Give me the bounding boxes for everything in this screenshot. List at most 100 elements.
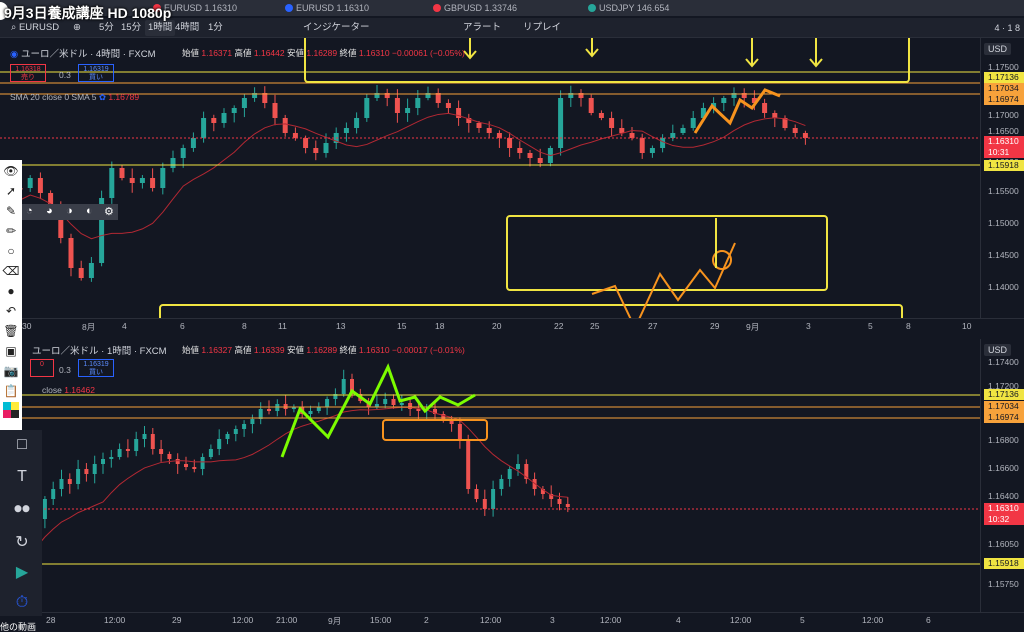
- time-tick: 5: [868, 321, 873, 331]
- rectangle-icon[interactable]: □: [10, 434, 34, 456]
- candle-1h: [51, 489, 56, 499]
- price-tick: 1.15000: [988, 218, 1019, 228]
- time-tick: 12:00: [480, 615, 502, 625]
- play-icon[interactable]: ▶: [10, 562, 34, 584]
- alert-button[interactable]: アラート: [460, 20, 504, 36]
- price-label: 1.15918: [984, 160, 1024, 171]
- ohlc-readout: 始値 1.16371 高値 1.16442 安値 1.16289 終値 1.16…: [182, 48, 465, 58]
- candle-4h: [772, 113, 778, 118]
- time-tick: 5: [800, 615, 805, 625]
- text-icon[interactable]: T: [10, 466, 34, 488]
- candle-4h: [609, 118, 615, 128]
- buy-button[interactable]: 1.16319 買い: [78, 359, 114, 377]
- candle-4h: [37, 178, 43, 193]
- clipboard-icon[interactable]: 📋: [2, 382, 20, 400]
- eraser-icon[interactable]: ⌫: [2, 262, 20, 280]
- candle-1h: [84, 469, 89, 474]
- candle-4h: [364, 98, 370, 118]
- brush-icon[interactable]: ◐: [86, 205, 93, 217]
- cursor-icon[interactable]: ➚: [2, 182, 20, 200]
- candle-4h: [68, 238, 74, 268]
- price-label: 1.17034: [984, 83, 1024, 94]
- price-axis-4h[interactable]: USD 1.175001.170001.165001.160001.155001…: [980, 38, 1024, 322]
- candle-4h: [27, 178, 33, 188]
- currency-selector[interactable]: USD: [984, 344, 1012, 356]
- time-tick: 6: [926, 615, 931, 625]
- camera-icon[interactable]: 📷: [2, 362, 20, 380]
- layout-button[interactable]: 4 · 1 8: [994, 20, 1020, 36]
- trash-icon[interactable]: 🗑: [2, 322, 20, 340]
- tab-usdjpy[interactable]: USDJPY 146.654: [585, 0, 669, 16]
- node-icon[interactable]: ⦁⦁: [10, 498, 34, 520]
- sell-button[interactable]: 0: [30, 359, 54, 377]
- candle-4h: [190, 138, 196, 148]
- price-tick: 1.14000: [988, 282, 1019, 292]
- interval-4h[interactable]: 4時間: [172, 20, 202, 36]
- price-label: 1.16310: [984, 136, 1024, 147]
- price-tick: 1.17400: [988, 357, 1019, 367]
- pane-title: ユーロ／米ドル · 1時間 · FXCM: [32, 346, 167, 357]
- candle-1h: [457, 424, 462, 439]
- eye-icon: ◉: [10, 49, 21, 60]
- price-label: 10:31: [984, 147, 1024, 158]
- indicator-legend[interactable]: SMA 20 close 0 SMA 5 ✿ 1.16789: [10, 92, 139, 103]
- time-axis-4h[interactable]: 30 8月 4 6 8 11 13 15 18 20 22 25 27 29 9月 3 5 8 10: [0, 318, 1024, 332]
- drawing-style-bar: ◔ ◕ ◑ ◐ ⚙: [22, 204, 118, 220]
- pencil-icon[interactable]: ✏: [2, 222, 20, 240]
- candle-1h: [134, 439, 139, 451]
- candle-4h: [109, 168, 115, 198]
- candle-4h: [486, 128, 492, 133]
- color-palette-icon[interactable]: [3, 402, 19, 418]
- buy-button[interactable]: 1.16319 買い: [78, 64, 114, 82]
- sell-button[interactable]: 1.16318 売り: [10, 64, 46, 82]
- candle-4h: [394, 98, 400, 113]
- candle-4h: [150, 178, 156, 188]
- screen-icon[interactable]: ▣: [2, 342, 20, 360]
- eye-icon[interactable]: 👁: [2, 162, 20, 180]
- candle-1h: [159, 449, 164, 454]
- time-tick: 9月: [746, 322, 760, 332]
- candle-4h: [639, 138, 645, 153]
- replay-button[interactable]: リプレイ: [520, 20, 564, 36]
- interval-1m[interactable]: 1分: [205, 20, 226, 36]
- currency-selector[interactable]: USD: [984, 43, 1012, 55]
- price-label: 1.15918: [984, 558, 1024, 569]
- time-tick: 21:00: [276, 615, 298, 625]
- time-tick: 12:00: [862, 615, 884, 625]
- refresh-icon[interactable]: ↻: [10, 532, 34, 554]
- candle-4h: [119, 168, 125, 178]
- candle-4h: [78, 268, 84, 278]
- candle-1h: [67, 479, 72, 484]
- time-tick: 29: [710, 321, 720, 331]
- price-axis-1h[interactable]: USD 1.17400 1.17200 1.16800 1.16600 1.16400 1…: [980, 339, 1024, 615]
- settings-icon[interactable]: ✿: [99, 92, 106, 102]
- candle-4h: [292, 133, 298, 138]
- indicators-button[interactable]: インジケーター: [300, 20, 373, 36]
- indicator-legend[interactable]: close 1.16462: [42, 385, 95, 395]
- dot-icon[interactable]: ●: [2, 282, 20, 300]
- brush-icon[interactable]: ◑: [66, 205, 73, 217]
- candle-1h: [167, 454, 172, 459]
- undo-icon[interactable]: ↶: [2, 302, 20, 320]
- candle-1h: [516, 464, 520, 469]
- video-title: 9月3日養成講座 HD 1080p: [4, 5, 172, 21]
- price-label: 1.17136: [984, 389, 1024, 400]
- candle-4h: [170, 158, 176, 168]
- candle-4h: [629, 133, 635, 138]
- candle-4h: [272, 103, 278, 118]
- time-tick: 12:00: [104, 615, 126, 625]
- brush-icon[interactable]: ◔: [26, 205, 33, 217]
- gear-icon[interactable]: ⚙: [104, 205, 114, 218]
- tab-eurusd-2[interactable]: EURUSD 1.16310: [282, 0, 369, 16]
- pen-icon[interactable]: ✎: [2, 202, 20, 220]
- stopwatch-icon[interactable]: ⏱: [10, 592, 34, 614]
- circle-icon[interactable]: ○: [2, 242, 20, 260]
- candle-1h: [117, 449, 122, 457]
- tab-gbpusd[interactable]: GBPUSD 1.33746: [430, 0, 517, 16]
- chart-pane-1h[interactable]: ユーロ／米ドル · 1時間 · FXCM 始値 1.16327 高値 1.163…: [0, 339, 980, 615]
- time-tick: 22: [554, 321, 564, 331]
- time-axis-1h[interactable]: 28 12:00 29 12:00 21:00 9月 15:00 2 12:00 3 12:00 4 1…: [0, 612, 1024, 626]
- chart-pane-4h[interactable]: ◉ ユーロ／米ドル · 4時間 · FXCM 始値 1.16371 高値 1.1…: [0, 38, 980, 322]
- brush-icon[interactable]: ◕: [46, 205, 53, 217]
- candle-4h: [517, 148, 523, 153]
